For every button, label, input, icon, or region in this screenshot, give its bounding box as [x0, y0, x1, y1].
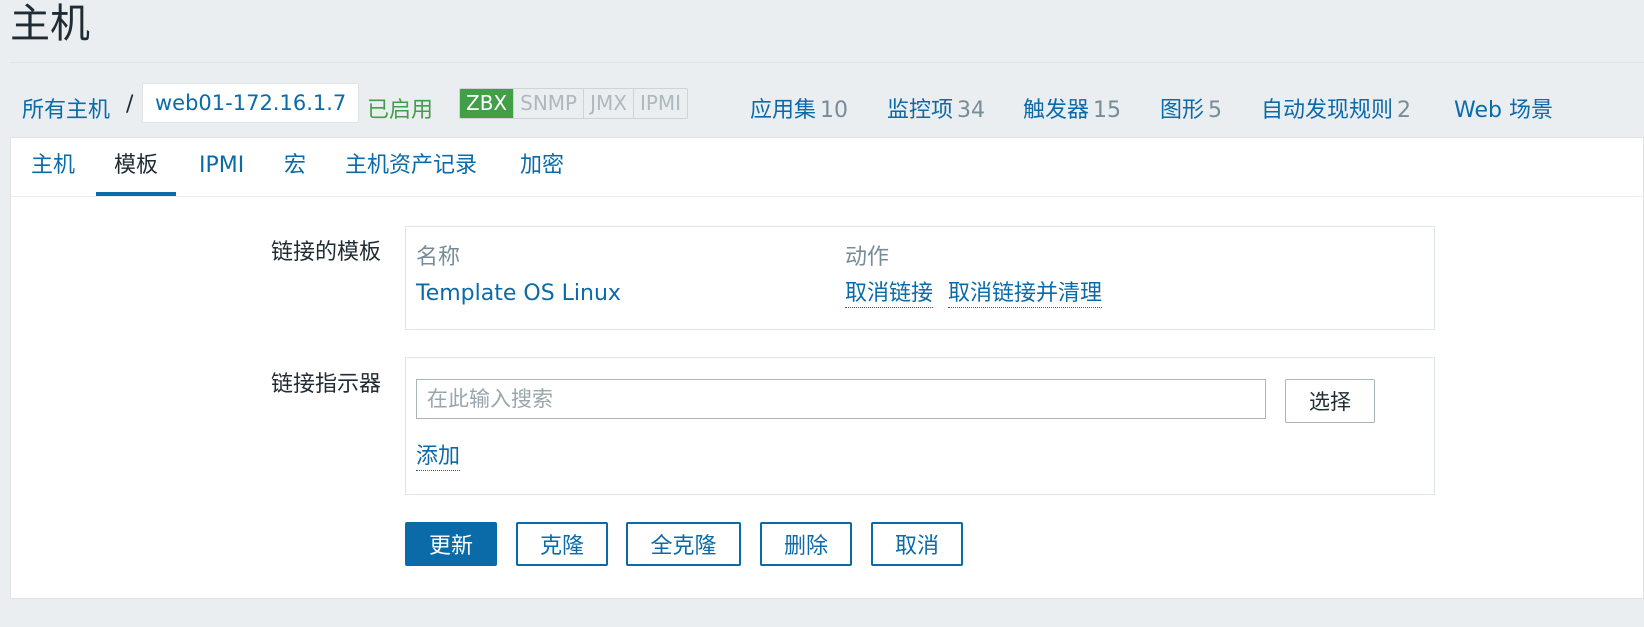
tab-inventory[interactable]: 主机资产记录 — [327, 138, 495, 196]
nav-graphs-label: 图形 — [1160, 98, 1205, 123]
tab-macros[interactable]: 宏 — [266, 138, 324, 196]
tab-templates[interactable]: 模板 — [96, 138, 177, 196]
host-tabs: 主机 模板 IPMI 宏 主机资产记录 加密 — [11, 138, 1643, 197]
host-nav-bar: 所有主机 / web01-172.16.1.7 已启用 ZBX SNMP JMX… — [10, 80, 1644, 132]
availability-indicators: ZBX SNMP JMX IPMI — [459, 88, 689, 119]
update-button[interactable]: 更新 — [405, 522, 497, 566]
cancel-button[interactable]: 取消 — [871, 522, 963, 566]
column-action-header: 动作 — [845, 245, 890, 270]
availability-jmx: JMX — [583, 89, 633, 118]
nav-items-label: 监控项 — [887, 98, 954, 123]
linked-templates-table: 名称 动作 Template OS Linux 取消链接 取消链接并清理 — [405, 226, 1435, 330]
nav-discovery-rules-link[interactable]: 自动发现规则 2 — [1261, 92, 1411, 124]
breadcrumb-separator: / — [126, 92, 134, 117]
unlink-and-clear-link[interactable]: 取消链接并清理 — [948, 281, 1103, 308]
nav-discovery-rules-label: 自动发现规则 — [1261, 98, 1394, 123]
tab-ipmi[interactable]: IPMI — [181, 138, 262, 196]
breadcrumb-current-host[interactable]: web01-172.16.1.7 — [142, 83, 360, 123]
host-form-card: 主机 模板 IPMI 宏 主机资产记录 加密 链接的模板 名称 动作 Templ… — [10, 137, 1644, 599]
nav-items-count: 34 — [957, 98, 986, 123]
availability-zbx: ZBX — [460, 89, 514, 118]
full-clone-button[interactable]: 全克隆 — [626, 522, 741, 566]
nav-applications-link[interactable]: 应用集 10 — [750, 92, 848, 124]
linked-templates-label: 链接的模板 — [271, 240, 382, 265]
breadcrumb-all-hosts[interactable]: 所有主机 — [22, 92, 110, 124]
delete-button[interactable]: 删除 — [760, 522, 852, 566]
nav-triggers-link[interactable]: 触发器 15 — [1023, 92, 1121, 124]
clone-button[interactable]: 克隆 — [516, 522, 608, 566]
column-name-header: 名称 — [416, 245, 461, 270]
nav-applications-count: 10 — [820, 98, 849, 123]
availability-snmp: SNMP — [513, 89, 583, 118]
tab-encryption[interactable]: 加密 — [502, 138, 582, 196]
tab-host[interactable]: 主机 — [13, 138, 93, 196]
nav-applications-label: 应用集 — [750, 98, 817, 123]
nav-discovery-rules-count: 2 — [1397, 98, 1412, 123]
link-new-templates-box: 选择 添加 — [405, 357, 1435, 495]
select-template-button[interactable]: 选择 — [1285, 379, 1375, 423]
nav-triggers-count: 15 — [1093, 98, 1122, 123]
title-divider — [10, 62, 1644, 63]
nav-graphs-count: 5 — [1208, 98, 1223, 123]
unlink-link[interactable]: 取消链接 — [845, 281, 934, 308]
nav-web-scenarios-link[interactable]: Web 场景 — [1454, 92, 1553, 124]
nav-items-link[interactable]: 监控项 34 — [887, 92, 985, 124]
add-template-link[interactable]: 添加 — [416, 444, 461, 471]
page-title: 主机 — [10, 1, 90, 47]
template-search-input[interactable] — [416, 379, 1266, 419]
status-enabled-link[interactable]: 已启用 — [367, 92, 433, 124]
link-new-templates-label: 链接指示器 — [271, 372, 382, 397]
nav-graphs-link[interactable]: 图形 5 — [1160, 92, 1222, 124]
template-name-link[interactable]: Template OS Linux — [416, 281, 621, 306]
availability-ipmi: IPMI — [632, 89, 687, 118]
nav-triggers-label: 触发器 — [1023, 98, 1090, 123]
